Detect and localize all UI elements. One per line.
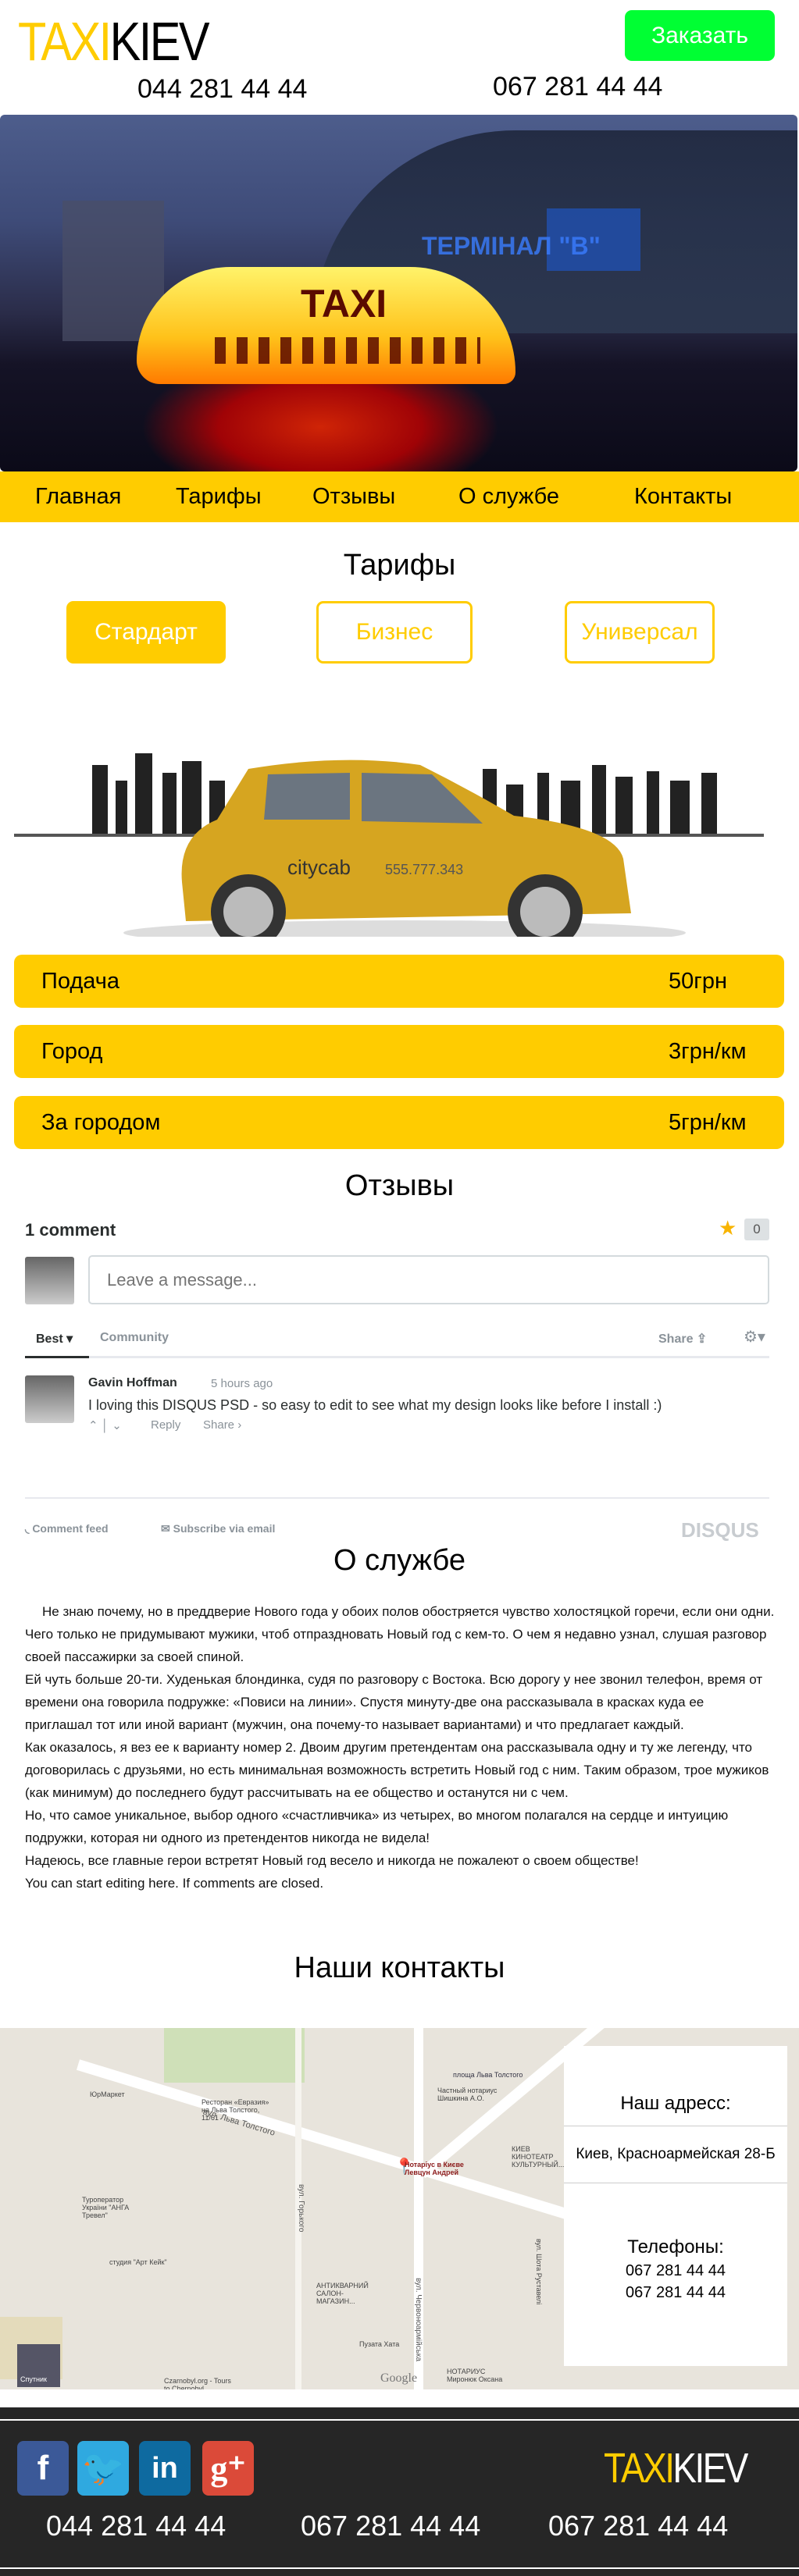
comment-count: 1 comment [25,1220,116,1240]
tariffs-title: Тарифы [343,549,456,582]
nav-tariffs[interactable]: Тарифы [176,484,262,510]
car-brand: citycab [287,856,351,879]
header-phone-1: 044 281 44 44 [137,74,308,104]
about-title: О службе [333,1544,466,1577]
share-thread-button[interactable]: Share ⇪ [658,1331,707,1347]
satellite-toggle[interactable]: Спутник [17,2344,60,2387]
logo-kiev: KIEV [109,11,210,72]
car-phone: 555.777.343 [385,862,463,877]
about-text: Не знаю почему, но в преддверие Нового г… [25,1604,775,1891]
tab-standard[interactable]: Стардарт [66,601,226,664]
footer-phone-1: 044 281 44 44 [46,2510,227,2542]
vote-icons[interactable]: ⌃ │ ⌄ [88,1418,122,1432]
car-image: citycab 555.777.343 [14,753,764,937]
avatar [25,1257,74,1304]
nav-contacts[interactable]: Контакты [634,484,732,510]
tab-best[interactable]: Best ▾ [36,1331,73,1347]
taxi-sign: TAXI [137,267,515,384]
terminal-sign: ТЕРМІНАЛ "В" [422,232,601,260]
disqus-logo[interactable]: DISQUS [681,1518,759,1542]
header-phone-2: 067 281 44 44 [493,72,663,101]
address-card: Наш адресс: Киев, Красноармейская 28-Б Т… [564,2046,787,2366]
tariff-row: Подача 50грн [14,955,784,1008]
reviews-title: Отзывы [344,1169,455,1202]
rss-icon: ◟ [25,1522,33,1535]
footer-phone-2: 067 281 44 44 [301,2510,481,2542]
gear-icon[interactable]: ⚙▾ [744,1327,765,1347]
logo-taxi: TAXI [18,11,112,72]
logo[interactable]: TAXIKIEV [18,11,210,72]
google-plus-icon[interactable]: g⁺ [202,2441,254,2496]
comment-author[interactable]: Gavin Hoffman [88,1376,177,1390]
linkedin-icon[interactable]: in [139,2441,191,2496]
nav-home[interactable]: Главная [35,484,121,510]
comment-share-link[interactable]: Share › [203,1418,241,1432]
message-input[interactable] [88,1255,769,1304]
tariff-row: За городом 5грн/км [14,1096,784,1149]
envelope-icon: ✉ [161,1522,170,1535]
contacts-title: Наши контакты [294,1952,505,1984]
nav-reviews[interactable]: Отзывы [312,484,395,510]
order-button[interactable]: Заказать [625,10,775,61]
reply-link[interactable]: Reply [151,1418,180,1432]
tab-community[interactable]: Community [100,1331,169,1345]
comment-time[interactable]: 5 hours ago [211,1377,273,1390]
tab-business[interactable]: Бизнес [316,601,473,664]
active-tab-indicator [25,1356,89,1358]
tab-universal[interactable]: Универсал [565,601,715,664]
star-icon[interactable]: ★ [719,1216,737,1240]
subscribe-link[interactable]: ✉ Subscribe via email [161,1522,275,1535]
nav-about[interactable]: О службе [458,484,559,510]
twitter-icon[interactable]: 🐦 [77,2441,129,2496]
tariff-row: Город 3грн/км [14,1025,784,1078]
footer-logo[interactable]: TAXIKIEV [604,2447,748,2489]
comment-feed-link[interactable]: ◟ Comment feed [25,1522,109,1535]
google-logo: Google [380,2371,418,2385]
star-count: 0 [744,1219,769,1240]
main-nav: Главная Тарифы Отзывы О службе Контакты [0,471,799,522]
footer-phone-3: 067 281 44 44 [548,2510,729,2542]
comment-text: I loving this DISQUS PSD - so easy to ed… [88,1397,662,1413]
hero-image: ТЕРМІНАЛ "В" TAXI [0,115,797,471]
facebook-icon[interactable]: f [17,2441,69,2496]
comment-avatar[interactable] [25,1375,74,1423]
